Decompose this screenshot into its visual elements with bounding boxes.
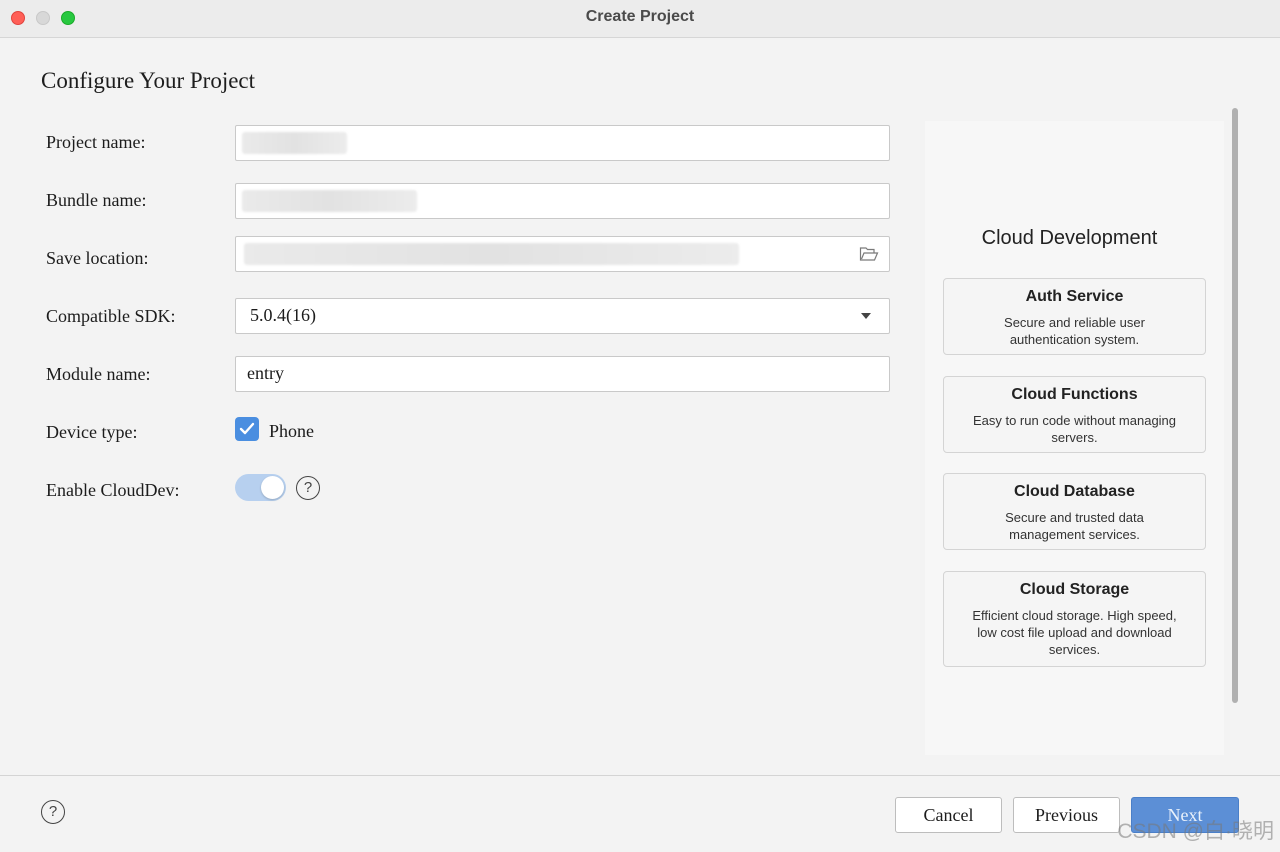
help-icon[interactable]: ? (41, 800, 65, 824)
module-name-value: entry (247, 363, 284, 383)
redacted-value (242, 190, 417, 212)
device-type-label: Device type: (46, 422, 138, 442)
folder-open-icon[interactable] (859, 246, 879, 262)
module-name-input[interactable]: entry (235, 356, 890, 392)
save-location-label: Save location: (46, 248, 149, 268)
checkmark-icon (239, 422, 255, 435)
cloud-functions-card[interactable]: Cloud Functions Easy to run code without… (943, 376, 1206, 453)
bundle-name-label: Bundle name: (46, 190, 147, 210)
help-icon[interactable]: ? (296, 476, 320, 500)
card-description: Secure and trusted data management servi… (1005, 510, 1144, 542)
card-title: Auth Service (1025, 288, 1124, 305)
save-location-input[interactable] (235, 236, 890, 272)
redacted-value (242, 132, 347, 154)
card-description: Easy to run code without managing server… (972, 413, 1177, 445)
module-name-label: Module name: (46, 364, 151, 384)
card-description: Efficient cloud storage. High speed, low… (972, 608, 1177, 657)
watermark: CSDN @白·晓明 (1117, 820, 1274, 843)
project-name-input[interactable] (235, 125, 890, 161)
project-name-label: Project name: (46, 132, 146, 152)
compatible-sdk-label: Compatible SDK: (46, 306, 176, 326)
compatible-sdk-select[interactable]: 5.0.4(16) (235, 298, 890, 334)
enable-clouddev-toggle[interactable] (235, 474, 286, 501)
card-title: Cloud Storage (1019, 581, 1130, 598)
card-description: Secure and reliable user authentication … (1004, 315, 1145, 347)
compatible-sdk-value: 5.0.4(16) (250, 305, 316, 325)
redacted-value (244, 243, 739, 265)
cloud-storage-card[interactable]: Cloud Storage Efficient cloud storage. H… (943, 571, 1206, 667)
previous-button[interactable]: Previous (1013, 797, 1120, 833)
title-bar: Create Project (0, 0, 1280, 38)
footer-divider (0, 775, 1280, 776)
panel-scrollbar[interactable] (1232, 108, 1238, 703)
toggle-knob (261, 476, 284, 499)
auth-service-card[interactable]: Auth Service Secure and reliable user au… (943, 278, 1206, 355)
enable-clouddev-label: Enable CloudDev: (46, 480, 180, 500)
cancel-button[interactable]: Cancel (895, 797, 1002, 833)
cloud-database-card[interactable]: Cloud Database Secure and trusted data m… (943, 473, 1206, 550)
bundle-name-input[interactable] (235, 183, 890, 219)
page-title: Configure Your Project (41, 68, 256, 93)
cloud-panel-title: Cloud Development (981, 227, 1158, 249)
phone-checkbox[interactable] (235, 417, 259, 441)
cloud-development-panel: Cloud Development Auth Service Secure an… (925, 121, 1224, 755)
phone-checkbox-label[interactable]: Phone (269, 421, 314, 442)
window-title: Create Project (585, 8, 695, 25)
dropdown-caret-icon (861, 313, 871, 319)
card-title: Cloud Functions (1011, 386, 1138, 403)
card-title: Cloud Database (1014, 483, 1135, 500)
